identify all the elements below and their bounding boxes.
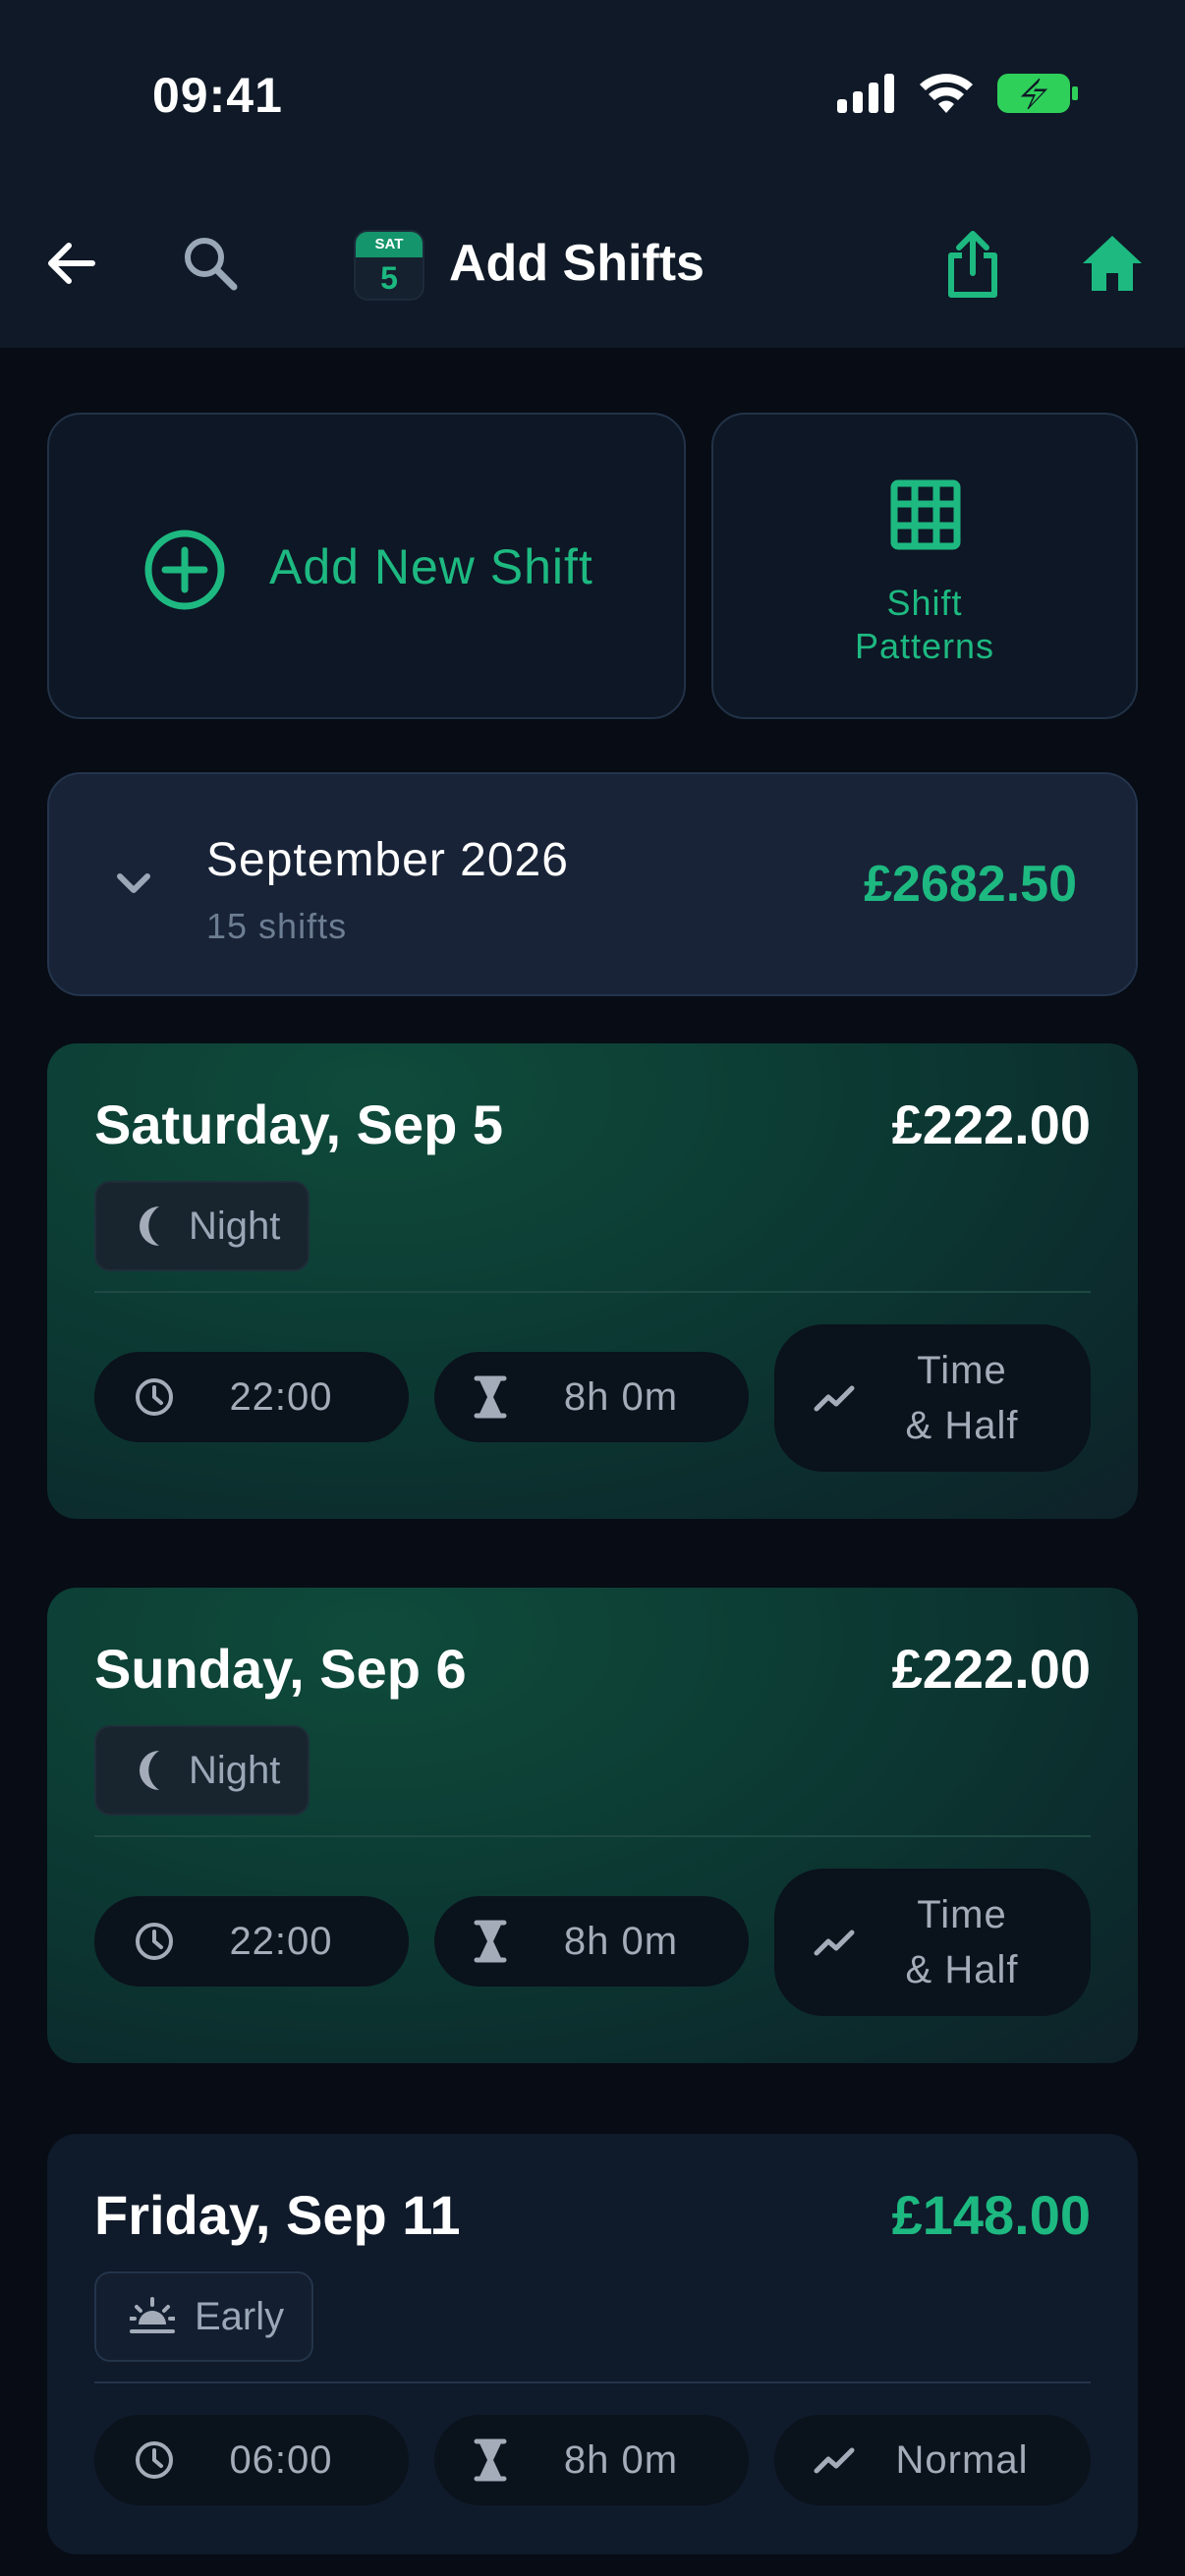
rate-pill: Time & Half (774, 1869, 1091, 2016)
shift-card[interactable]: Friday, Sep 11 £148.00 Early 06:00 8h 0m… (47, 2134, 1138, 2554)
shift-type-badge: Early (94, 2271, 314, 2362)
clock-icon (136, 1923, 173, 1960)
moon-icon (140, 1751, 159, 1790)
page-title: Add Shifts (449, 235, 705, 292)
status-time: 09:41 (152, 68, 283, 123)
start-time: 22:00 (229, 1374, 333, 1419)
trend-icon (814, 1385, 855, 1412)
hourglass-icon (474, 1375, 507, 1419)
moon-icon (140, 1206, 159, 1246)
start-time: 22:00 (229, 1919, 333, 1963)
shift-card[interactable]: Saturday, Sep 5 £222.00 Night 22:00 8h 0… (47, 1043, 1138, 1519)
shift-type-badge: Night (94, 1181, 310, 1271)
shift-type-badge: Night (94, 1725, 310, 1816)
duration: 8h 0m (563, 1374, 679, 1419)
shift-type-label: Night (189, 1748, 281, 1792)
start-time-pill: 22:00 (94, 1896, 409, 1987)
chevron-down-icon[interactable] (114, 868, 153, 896)
home-icon[interactable] (1083, 234, 1142, 291)
shift-patterns-button[interactable]: Shift Patterns (711, 413, 1138, 719)
clock-icon (136, 2441, 173, 2479)
duration-pill: 8h 0m (434, 2415, 749, 2505)
divider (94, 1291, 1091, 1293)
calendar-icon: SAT 5 (354, 230, 424, 301)
shift-pay: £222.00 (891, 1093, 1091, 1155)
rate-pill: Normal (774, 2415, 1091, 2505)
shift-patterns-label: Shift Patterns (854, 583, 995, 666)
calendar-icon-day: 5 (380, 260, 398, 296)
duration: 8h 0m (563, 1919, 679, 1963)
start-time: 06:00 (229, 2437, 333, 2482)
rate-pill: Time & Half (774, 1324, 1091, 1472)
sunrise-icon (130, 2297, 175, 2333)
shift-date: Sunday, Sep 6 (94, 1638, 467, 1700)
month-header[interactable]: September 2026 15 shifts £2682.50 (47, 772, 1138, 996)
hourglass-icon (474, 1920, 507, 1963)
shift-pay: £222.00 (891, 1638, 1091, 1700)
trend-icon (814, 1930, 855, 1956)
calendar-icon-weekday: SAT (356, 232, 423, 257)
month-shift-count: 15 shifts (206, 906, 348, 946)
trend-icon (814, 2447, 855, 2474)
status-icons (837, 73, 1079, 114)
top-bar (0, 0, 1185, 348)
month-name: September 2026 (206, 834, 569, 886)
share-icon[interactable] (945, 228, 1000, 299)
divider (94, 2381, 1091, 2383)
pay-rate: Time & Half (905, 1893, 1019, 1991)
start-time-pill: 06:00 (94, 2415, 409, 2505)
shift-type-label: Early (195, 2294, 285, 2338)
shift-pay: £148.00 (891, 2184, 1091, 2246)
shift-date: Saturday, Sep 5 (94, 1093, 504, 1155)
wifi-icon (920, 74, 973, 113)
shift-date: Friday, Sep 11 (94, 2184, 461, 2246)
search-icon[interactable] (181, 234, 240, 293)
signal-icon (837, 74, 894, 113)
plus-circle-icon (144, 530, 225, 610)
start-time-pill: 22:00 (94, 1352, 409, 1442)
battery-icon (997, 74, 1078, 113)
duration: 8h 0m (563, 2437, 679, 2482)
duration-pill: 8h 0m (434, 1352, 749, 1442)
divider (94, 1835, 1091, 1837)
clock-icon (136, 1378, 173, 1416)
shift-type-label: Night (189, 1204, 281, 1248)
pay-rate: Normal (895, 2437, 1029, 2482)
back-arrow-icon[interactable] (43, 236, 98, 291)
add-new-shift-button[interactable]: Add New Shift (47, 413, 686, 719)
duration-pill: 8h 0m (434, 1896, 749, 1987)
hourglass-icon (474, 2438, 507, 2482)
grid-icon (890, 479, 961, 550)
pay-rate: Time & Half (905, 1349, 1019, 1447)
add-new-shift-label: Add New Shift (269, 539, 593, 594)
month-total: £2682.50 (864, 856, 1077, 913)
shift-card[interactable]: Sunday, Sep 6 £222.00 Night 22:00 8h 0m … (47, 1588, 1138, 2063)
